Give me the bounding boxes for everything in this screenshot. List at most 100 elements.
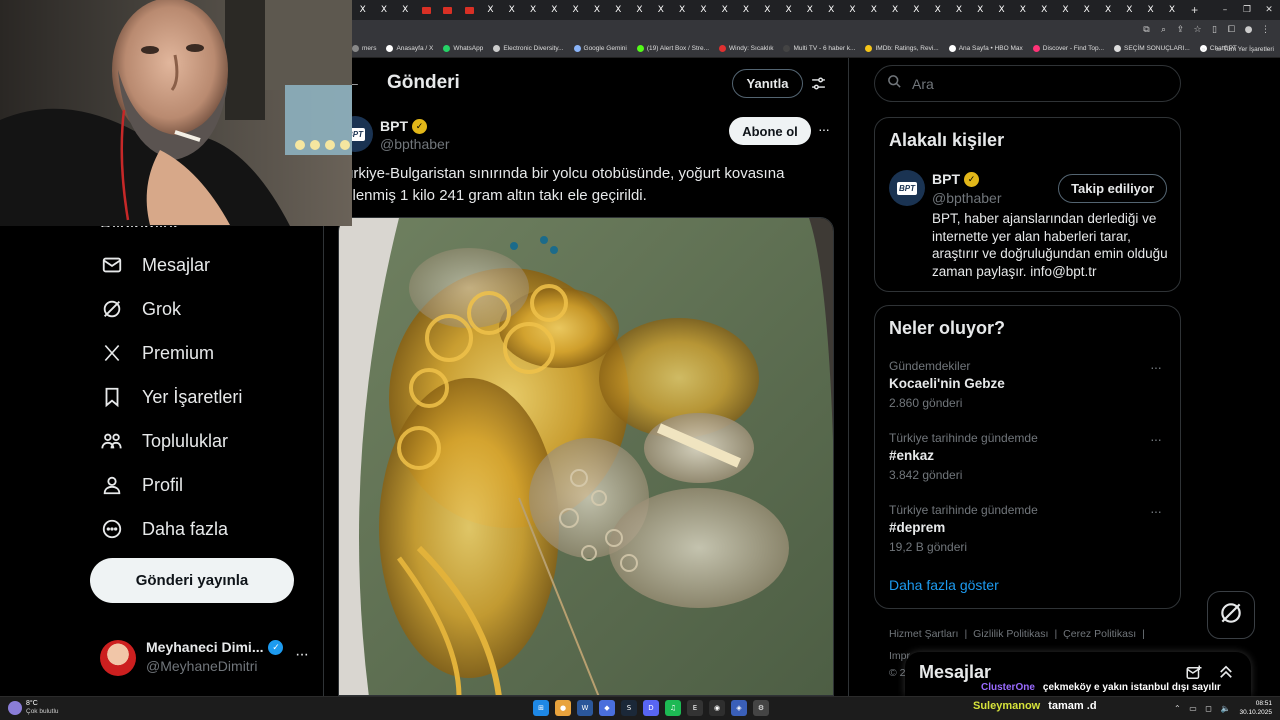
show-more-link[interactable]: Daha fazla göster <box>889 577 999 593</box>
browser-tab[interactable] <box>437 0 458 20</box>
bookmark-item[interactable]: Windy: Sıcaklık <box>719 45 773 52</box>
browser-tab[interactable] <box>416 0 437 20</box>
browser-tab[interactable]: X <box>480 0 501 20</box>
browser-tab[interactable]: X <box>565 0 586 20</box>
browser-tab[interactable]: X <box>821 0 842 20</box>
search-box[interactable] <box>874 65 1181 102</box>
nav-item-premium[interactable]: Premium <box>100 338 214 368</box>
all-bookmarks-folder[interactable]: ▭ Tüm Yer İşaretleri <box>1215 45 1274 53</box>
account-switcher[interactable]: Meyhaneci Dimi... ✓ @MeyhaneDimitri ··· <box>100 636 312 680</box>
following-button[interactable]: Takip ediliyor <box>1058 174 1167 203</box>
nav-item-bookmarks[interactable]: Yer İşaretleri <box>100 382 242 412</box>
profile-icon[interactable]: ● <box>1240 25 1257 35</box>
trend-item[interactable]: Türkiye tarihinde gündemde #enkaz 3.842 … <box>889 431 1169 482</box>
trend-more-icon[interactable]: ··· <box>1150 431 1162 447</box>
related-handle[interactable]: @bpthaber <box>932 190 1001 206</box>
browser-tab[interactable]: X <box>522 0 543 20</box>
related-name[interactable]: BPT ✓ <box>932 171 979 187</box>
browser-tab[interactable]: X <box>1055 0 1076 20</box>
post-button[interactable]: Gönderi yayınla <box>90 558 294 603</box>
app-icon-blue[interactable]: ◆ <box>599 700 615 716</box>
split-view-icon[interactable]: ▯ <box>1206 25 1223 35</box>
nav-item-more[interactable]: Daha fazla <box>100 514 228 544</box>
epic-games-icon[interactable]: E <box>687 700 703 716</box>
reply-button[interactable]: Yanıtla <box>732 69 803 98</box>
terms-link[interactable]: Hizmet Şartları <box>889 628 958 640</box>
browser-tab[interactable]: X <box>778 0 799 20</box>
bookmark-item[interactable]: SEÇİM SONUÇLARI... <box>1114 45 1190 52</box>
app-icon-blue-2[interactable]: ◈ <box>731 700 747 716</box>
expand-chevron-icon[interactable] <box>1217 663 1235 681</box>
browser-tab[interactable]: X <box>629 0 650 20</box>
browser-tab[interactable] <box>458 0 479 20</box>
new-tab-button[interactable]: + <box>1187 3 1203 17</box>
browser-tab[interactable]: X <box>842 0 863 20</box>
trend-item[interactable]: Türkiye tarihinde gündemde #deprem 19,2 … <box>889 503 1169 554</box>
browser-tab[interactable]: X <box>884 0 905 20</box>
related-avatar[interactable]: BPT <box>889 170 925 206</box>
browser-tab[interactable]: X <box>714 0 735 20</box>
browser-tab[interactable]: X <box>352 0 373 20</box>
browser-tab[interactable]: X <box>1097 0 1118 20</box>
trend-more-icon[interactable]: ··· <box>1150 359 1162 375</box>
weather-widget[interactable]: 8°C Çok bulutlu <box>8 700 59 716</box>
browser-tab[interactable]: X <box>544 0 565 20</box>
sliders-icon[interactable] <box>810 75 827 92</box>
windows-start-icon[interactable]: ⊞ <box>533 700 549 716</box>
tweet-photo[interactable] <box>338 217 834 696</box>
nav-item-communities[interactable]: Topluluklar <box>100 426 228 456</box>
browser-tab[interactable]: X <box>608 0 629 20</box>
tweet-more-icon[interactable]: ··· <box>818 121 830 137</box>
maximize-button[interactable]: ❐ <box>1236 0 1258 20</box>
bookmark-item[interactable]: Multi TV - 6 haber k... <box>783 45 855 52</box>
steam-icon[interactable]: S <box>621 700 637 716</box>
cast-icon[interactable]: ⧉ <box>1138 25 1155 35</box>
nav-item-grok[interactable]: Grok <box>100 294 181 324</box>
bookmark-item[interactable]: WhatsApp <box>443 45 483 52</box>
new-message-icon[interactable] <box>1185 664 1203 682</box>
bookmark-item[interactable]: Ana Sayfa • HBO Max <box>948 45 1023 52</box>
browser-tab[interactable]: X <box>1076 0 1097 20</box>
tweet-author-name[interactable]: BPT ✓ <box>380 118 427 134</box>
chrome-icon[interactable]: ● <box>555 700 571 716</box>
browser-tab[interactable]: X <box>757 0 778 20</box>
browser-tab[interactable]: X <box>1119 0 1140 20</box>
browser-tab[interactable]: X <box>906 0 927 20</box>
browser-tab[interactable]: X <box>735 0 756 20</box>
browser-tab[interactable]: X <box>373 0 394 20</box>
minimize-button[interactable]: – <box>1214 0 1236 20</box>
nav-item-profile[interactable]: Profil <box>100 470 183 500</box>
share-icon[interactable]: ⇪ <box>1172 25 1189 35</box>
bookmark-item[interactable]: mers <box>352 45 376 52</box>
browser-tab[interactable]: X <box>586 0 607 20</box>
clock[interactable]: 08:51 30.10.2025 <box>1239 699 1272 717</box>
word-icon[interactable]: W <box>577 700 593 716</box>
search-input[interactable] <box>912 75 1152 92</box>
spotify-icon[interactable]: ♫ <box>665 700 681 716</box>
bookmark-item[interactable]: Discover - Find Top... <box>1032 45 1104 52</box>
browser-tab[interactable]: X <box>970 0 991 20</box>
tray-icons[interactable]: ⌃ ▭ ◻ 🔈 <box>1174 704 1234 713</box>
close-window-button[interactable]: ✕ <box>1258 0 1280 20</box>
zoom-icon[interactable]: ⌕ <box>1155 25 1172 35</box>
bookmarks-overflow[interactable]: » <box>1202 46 1206 53</box>
browser-tab[interactable]: X <box>948 0 969 20</box>
browser-tab[interactable]: X <box>1012 0 1033 20</box>
bookmark-item[interactable]: Anasayfa / X <box>386 45 433 52</box>
trend-more-icon[interactable]: ··· <box>1150 503 1162 519</box>
browser-tab[interactable]: X <box>1034 0 1055 20</box>
tweet-author-handle[interactable]: @bpthaber <box>380 136 449 152</box>
privacy-link[interactable]: Gizlilik Politikası <box>973 628 1048 640</box>
bookmark-item[interactable]: Google Gemini <box>573 45 627 52</box>
browser-tab[interactable]: X <box>693 0 714 20</box>
bookmark-item[interactable]: IMDb: Ratings, Revi... <box>865 45 939 52</box>
browser-tab[interactable]: X <box>650 0 671 20</box>
browser-tab[interactable]: X <box>991 0 1012 20</box>
grok-floating-button[interactable] <box>1207 591 1255 639</box>
bookmark-item[interactable]: Electronic Diversity... <box>493 45 564 52</box>
obs-icon[interactable]: ◉ <box>709 700 725 716</box>
bookmark-item[interactable]: (19) Alert Box / Stre... <box>636 45 709 52</box>
nav-item-messages[interactable]: Mesajlar <box>100 250 210 280</box>
cookie-link[interactable]: Çerez Politikası <box>1063 628 1136 640</box>
trend-item[interactable]: Gündemdekiler Kocaeli'nin Gebze 2.860 gö… <box>889 359 1169 410</box>
